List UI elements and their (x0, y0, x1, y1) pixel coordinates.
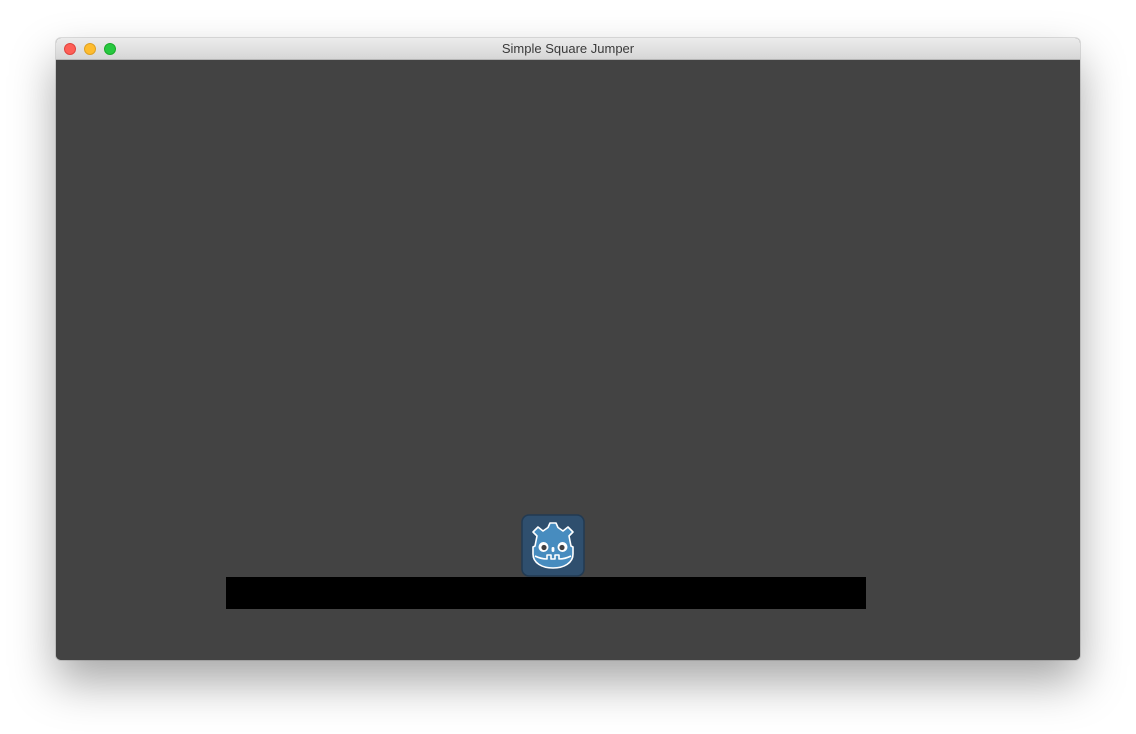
window-title: Simple Square Jumper (501, 41, 635, 56)
player-square (521, 514, 585, 577)
godot-logo-icon (532, 522, 574, 569)
game-window: Simple Square Jumper (56, 38, 1080, 660)
game-viewport[interactable] (56, 60, 1080, 660)
ground-platform (226, 577, 866, 609)
title-bar[interactable]: Simple Square Jumper (56, 38, 1080, 60)
